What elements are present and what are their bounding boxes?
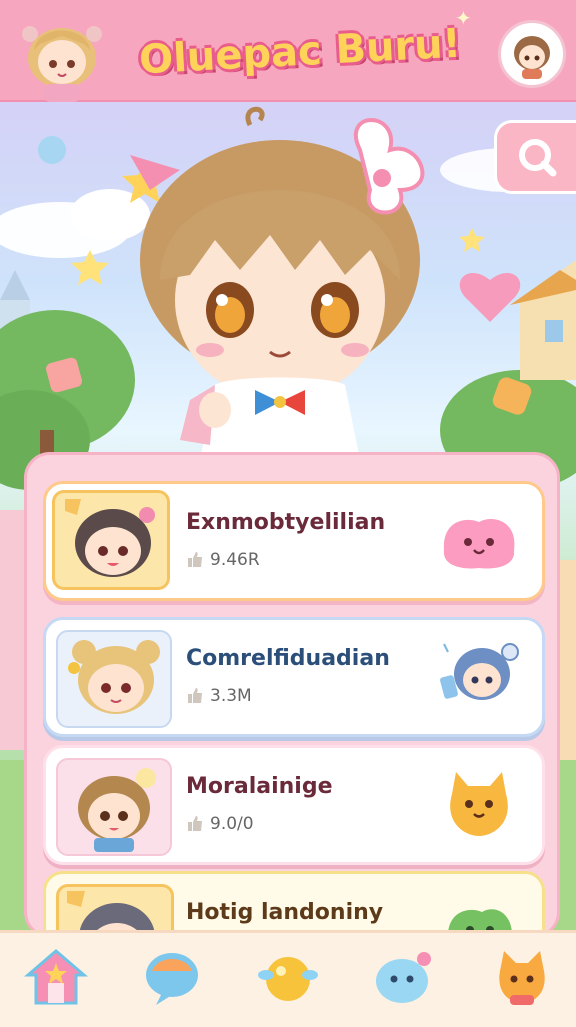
thumbs-up-icon <box>186 550 204 568</box>
chibi-girl-avatar-icon[interactable] <box>14 10 110 106</box>
app-header: Oluepac Buru! ✦ <box>0 0 576 102</box>
app-title: Oluepac Buru! <box>138 20 462 84</box>
bottom-navigation <box>0 930 576 1027</box>
search-icon <box>519 139 557 177</box>
cat-icon <box>499 951 545 1005</box>
orange-cat-mascot-icon <box>434 764 524 844</box>
chibi-brown-hair-avatar-icon <box>56 758 172 856</box>
search-button[interactable] <box>494 120 576 194</box>
thumbs-up-icon <box>186 686 204 704</box>
item-title: Comrelfiduadian <box>186 646 390 671</box>
chat-icon <box>146 953 198 1005</box>
item-count: 9.0/0 <box>186 814 254 834</box>
content-list-panel: Exnmobtyelilian 9.46R Comrelfiduadian 3.… <box>24 452 560 970</box>
item-count: 9.46R <box>186 550 260 570</box>
item-count-value: 9.46R <box>210 550 260 570</box>
chibi-character-illustration <box>120 100 450 460</box>
list-item[interactable]: Comrelfiduadian 3.3M <box>43 617 545 737</box>
pink-blob-mascot-icon <box>434 500 524 580</box>
nav-home-button[interactable] <box>23 945 89 1009</box>
nav-orb-button[interactable] <box>256 945 320 1009</box>
nav-cat-button[interactable] <box>490 945 554 1009</box>
blue-hair-character-icon <box>434 636 524 716</box>
list-item[interactable]: Moralainige 9.0/0 <box>43 745 545 865</box>
blob-icon <box>376 952 431 1003</box>
sparkle-icon: ✦ <box>455 6 472 30</box>
list-item[interactable]: Exnmobtyelilian 9.46R <box>43 481 545 601</box>
nav-chat-button[interactable] <box>140 945 204 1009</box>
home-icon <box>23 949 89 1005</box>
profile-avatar-icon[interactable] <box>498 20 566 88</box>
item-count-value: 9.0/0 <box>210 814 254 834</box>
item-title: Hotig landoniny <box>186 900 384 925</box>
item-title: Exnmobtyelilian <box>186 510 386 535</box>
item-count-value: 3.3M <box>210 686 252 706</box>
chibi-dark-hair-avatar-icon <box>52 490 170 590</box>
chibi-blonde-avatar-icon <box>56 630 172 728</box>
thumbs-up-icon <box>186 814 204 832</box>
item-title: Moralainige <box>186 774 333 799</box>
item-count: 3.3M <box>186 686 252 706</box>
orb-icon <box>258 957 318 1001</box>
nav-blob-button[interactable] <box>372 945 436 1009</box>
